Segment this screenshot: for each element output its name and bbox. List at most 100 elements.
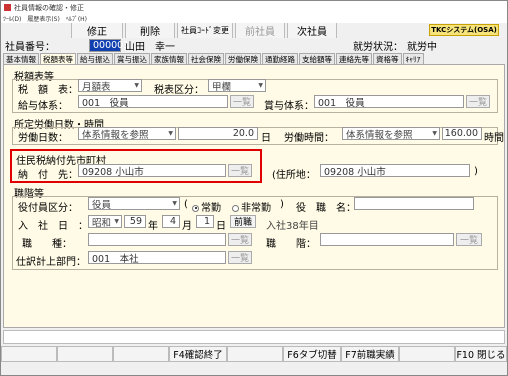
job-type-field[interactable] — [88, 233, 226, 246]
address-label: (住所地： — [272, 170, 316, 181]
radio-full-time-icon — [192, 204, 199, 212]
tab-payments[interactable]: 支給額等 — [299, 53, 335, 64]
dept-field[interactable]: 001 本社 — [88, 251, 226, 264]
work-status-label: 就労状況： — [353, 42, 403, 53]
join-day-field[interactable]: 1 — [196, 215, 214, 228]
close-button[interactable]: F10 閉じる — [455, 346, 507, 362]
dropdown-arrow-icon: ▼ — [134, 82, 139, 89]
resident-pay-label: 納 付 先： — [18, 170, 78, 181]
code-change-button[interactable]: 社員ｺｰﾄﾞ変更 — [177, 23, 233, 38]
rank-list-button[interactable]: 一覧 — [456, 233, 482, 246]
menu-bar: ﾂｰﾙ(D) 履歴表示(S) ﾍﾙﾌﾟ(H) — [1, 14, 507, 23]
dropdown-arrow-icon: ▼ — [114, 218, 119, 225]
year-unit: 年 — [148, 221, 158, 232]
work-days-mode-select[interactable]: 体系情報を参照 ▼ — [78, 127, 176, 141]
work-hours-field[interactable]: 160.00 — [442, 127, 482, 140]
fkey-2[interactable] — [57, 346, 113, 362]
join-month-field[interactable]: 4 — [162, 215, 180, 228]
delete-button[interactable]: 削除 — [125, 23, 175, 38]
tab-switch-button[interactable]: F6タブ切替 — [283, 346, 341, 362]
work-hours-label: 労働時間： — [284, 133, 334, 144]
fkey-3[interactable] — [113, 346, 169, 362]
month-unit: 月 — [182, 221, 192, 232]
radio-part-time-icon — [232, 204, 239, 212]
tab-contacts[interactable]: 連絡先等 — [336, 53, 372, 64]
work-hours-unit: 時間 — [484, 133, 504, 144]
address-close: ) — [474, 166, 478, 177]
bonus-system-field[interactable]: 001 役員 — [314, 95, 464, 108]
job-type-label: 職 種： — [22, 239, 72, 250]
radio-part-time-label: 非常勤 — [241, 203, 271, 214]
tenure-text: 入社38年目 — [266, 221, 319, 232]
next-employee-button[interactable]: 次社員 — [287, 23, 337, 38]
status-bar — [3, 330, 505, 344]
era-value: 昭和 — [92, 217, 112, 229]
tab-labor-insurance[interactable]: 労働保険 — [225, 53, 261, 64]
menu-help[interactable]: ﾍﾙﾌﾟ(H) — [66, 14, 87, 23]
tax-table-select[interactable]: 月額表 ▼ — [78, 79, 142, 93]
work-status-value: 就労中 — [407, 42, 437, 53]
tab-bonus-transfer[interactable]: 賞与振込 — [114, 53, 150, 64]
menu-tools[interactable]: ﾂｰﾙ(D) — [3, 14, 21, 23]
post-label: 役 職 名： — [296, 203, 356, 214]
confirm-exit-button[interactable]: F4確認終了 — [169, 346, 227, 362]
prev-employee-button[interactable]: 前社員 — [235, 23, 285, 38]
tab-qualifications[interactable]: 資格等 — [373, 53, 402, 64]
bonus-system-label: 賞与体系： — [264, 101, 314, 112]
work-days-unit: 日 — [261, 133, 271, 144]
dept-list-button[interactable]: 一覧 — [228, 251, 252, 264]
function-keys: F4確認終了 F6タブ切替 F7前職実績 F10 閉じる — [1, 346, 507, 362]
app-window: 社員情報の確認・修正 ﾂｰﾙ(D) 履歴表示(S) ﾍﾙﾌﾟ(H) 修正 削除 … — [0, 0, 508, 376]
correct-button[interactable]: 修正 — [71, 23, 123, 38]
radio-part-time[interactable]: 非常勤 — [232, 199, 271, 214]
employee-name: 山田 幸一 — [125, 42, 175, 53]
tab-tax[interactable]: 税額表等 — [40, 53, 76, 64]
fkey-9[interactable] — [399, 346, 455, 362]
work-hours-mode-value: 体系情報を参照 — [346, 129, 413, 141]
job-type-list-button[interactable]: 一覧 — [228, 233, 252, 246]
post-field[interactable] — [354, 197, 474, 210]
prev-job-button[interactable]: 前職 — [230, 215, 256, 228]
title-bar: 社員情報の確認・修正 — [1, 1, 507, 14]
salary-system-field[interactable]: 001 役員 — [78, 95, 228, 108]
rank-field[interactable] — [320, 233, 454, 246]
work-hours-mode-select[interactable]: 体系情報を参照 ▼ — [342, 127, 440, 141]
work-days-field[interactable]: 20.0 — [178, 127, 258, 140]
radio-open: ( — [184, 199, 188, 210]
fkey-5[interactable] — [227, 346, 283, 362]
vendor-logo: TKCシステム(OSA) — [429, 24, 499, 36]
work-days-label: 労働日数： — [18, 133, 68, 144]
employee-number-field[interactable]: 000001 — [89, 39, 129, 52]
tab-content: 税額表等 税 額 表： 月額表 ▼ 税表区分： 甲欄 ▼ 給与体系： 001 役員 … — [3, 64, 505, 328]
work-days-mode-value: 体系情報を参照 — [82, 129, 149, 141]
tab-basic[interactable]: 基本情報 — [3, 53, 39, 64]
officer-label: 役付員区分： — [18, 203, 78, 214]
tax-division-select[interactable]: 甲欄 ▼ — [208, 79, 266, 93]
tab-social-insurance[interactable]: 社会保険 — [188, 53, 224, 64]
dropdown-arrow-icon: ▼ — [168, 130, 173, 137]
salary-system-label: 給与体系： — [18, 101, 68, 112]
employee-header: 社員番号： 000001 山田 幸一 就労状況： 就労中 — [1, 38, 507, 53]
bonus-list-button[interactable]: 一覧 — [466, 95, 490, 108]
tab-strip: 基本情報 税額表等 給与振込 賞与振込 家族情報 社会保険 労働保険 通勤経路 … — [3, 53, 507, 64]
officer-value: 役員 — [92, 199, 112, 211]
resident-pay-field[interactable]: 09208 小山市 — [78, 164, 226, 177]
join-year-field[interactable]: 59 — [124, 215, 146, 228]
radio-full-time[interactable]: 常勤 — [192, 199, 221, 214]
resident-list-button[interactable]: 一覧 — [228, 164, 252, 177]
day-unit: 日 — [216, 221, 226, 232]
tab-salary-transfer[interactable]: 給与振込 — [77, 53, 113, 64]
era-select[interactable]: 昭和 ▼ — [88, 215, 122, 229]
address-field: 09208 小山市 — [320, 164, 470, 177]
prev-job-record-button[interactable]: F7前職実績 — [341, 346, 399, 362]
dropdown-arrow-icon: ▼ — [258, 82, 263, 89]
officer-select[interactable]: 役員 ▼ — [88, 197, 180, 211]
tab-commute[interactable]: 通勤経路 — [262, 53, 298, 64]
dept-label: 仕訳計上部門： — [16, 257, 86, 268]
menu-history[interactable]: 履歴表示(S) — [27, 14, 60, 23]
salary-list-button[interactable]: 一覧 — [230, 95, 254, 108]
fkey-1[interactable] — [1, 346, 57, 362]
tab-career[interactable]: ｷｬﾘｱ — [402, 53, 424, 64]
tab-family[interactable]: 家族情報 — [151, 53, 187, 64]
tax-table-label: 税 額 表： — [18, 85, 78, 96]
